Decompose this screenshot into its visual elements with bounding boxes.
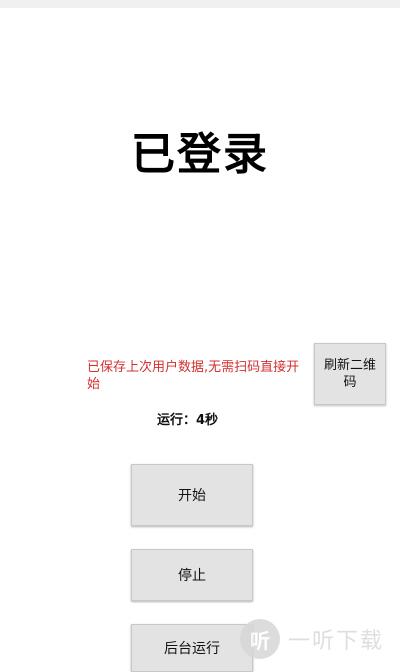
background-run-button[interactable]: 后台运行 bbox=[131, 624, 253, 672]
runtime-counter: 运行：4秒 bbox=[156, 413, 219, 428]
watermark-logo-icon: 听 bbox=[240, 619, 280, 659]
stop-button-label: 停止 bbox=[178, 568, 206, 584]
refresh-qrcode-button[interactable]: 刷新二维码 bbox=[314, 343, 386, 405]
background-run-label: 后台运行 bbox=[164, 641, 220, 657]
status-bar bbox=[0, 0, 400, 8]
start-button[interactable]: 开始 bbox=[131, 464, 253, 526]
login-status-title: 已登录 bbox=[131, 129, 269, 180]
refresh-qrcode-label: 刷新二维码 bbox=[323, 358, 376, 390]
watermark-text: 一听下载 bbox=[288, 629, 385, 654]
stop-button[interactable]: 停止 bbox=[131, 549, 253, 601]
start-button-label: 开始 bbox=[178, 488, 206, 504]
watermark: 听 一听下载 bbox=[240, 618, 400, 660]
saved-data-notice: 已保存上次用户数据,无需扫码直接开始 bbox=[87, 360, 300, 392]
